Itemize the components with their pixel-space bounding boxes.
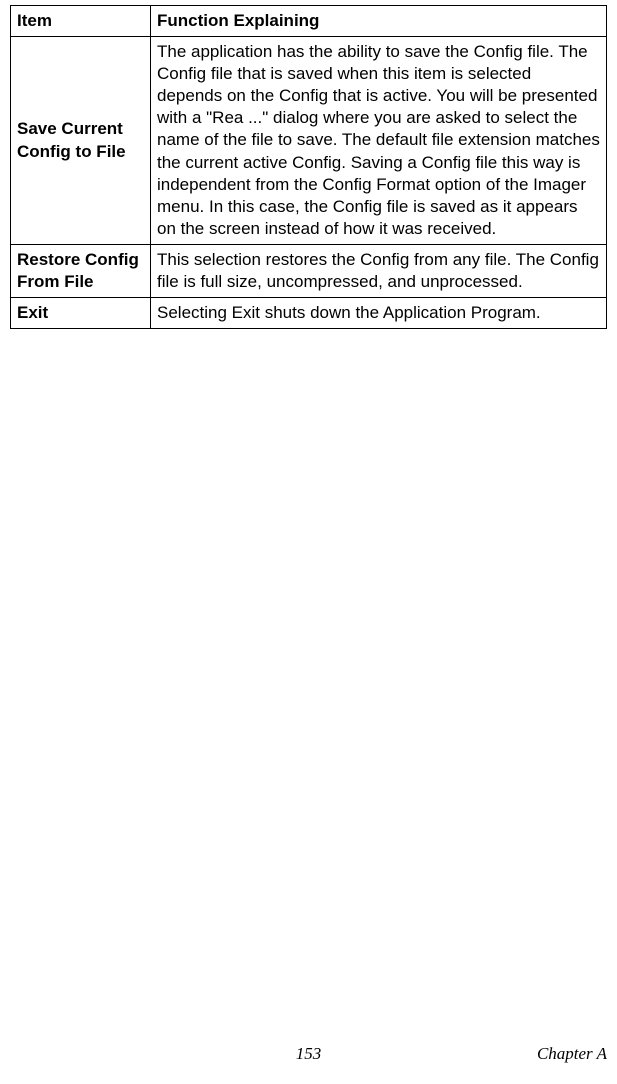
row-item-desc: The application has the ability to save … [151,37,607,245]
table-row: Exit Selecting Exit shuts down the Appli… [11,298,607,329]
config-table: Item Function Explaining Save Current Co… [10,5,607,329]
header-item: Item [11,6,151,37]
chapter-label: Chapter A [537,1044,607,1064]
header-function: Function Explaining [151,6,607,37]
row-item-desc: Selecting Exit shuts down the Applicatio… [151,298,607,329]
row-item-desc: This selection restores the Config from … [151,244,607,297]
table-row: Save Current Config to File The applicat… [11,37,607,245]
table-row: Restore Config From File This selection … [11,244,607,297]
page-footer: 153 Chapter A [10,1044,607,1064]
row-item-label: Restore Config From File [11,244,151,297]
page-number: 153 [296,1044,322,1064]
row-item-label: Save Current Config to File [11,37,151,245]
row-item-label: Exit [11,298,151,329]
table-header-row: Item Function Explaining [11,6,607,37]
